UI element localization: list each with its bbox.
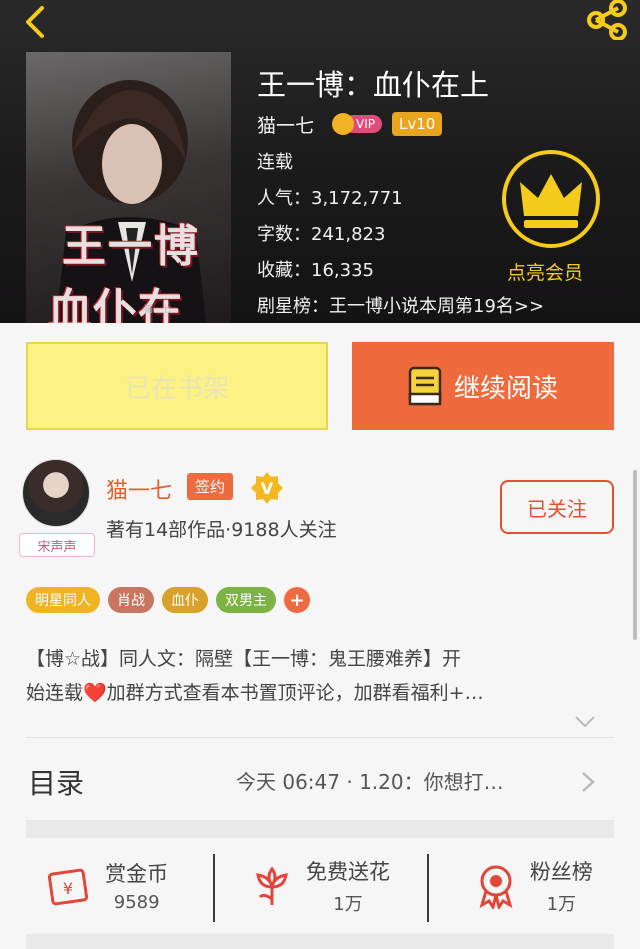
free-flowers-value: 1万	[333, 893, 363, 915]
crown-icon	[520, 174, 582, 228]
reward-coins-value: 9589	[113, 892, 160, 913]
favorites-count: 收藏：16,335	[257, 260, 374, 281]
red-envelope-icon: ¥	[48, 868, 89, 905]
tag-list: 明星同人 肖战 血仆 双男主 +	[26, 587, 310, 613]
divider	[26, 737, 614, 738]
ranking-link[interactable]: 剧星榜：王一博小说本周第19名>>	[257, 292, 544, 318]
book-header: 王一博 血仆在上 猫一七 王一博：血仆在上 猫一七 VIP Lv10 连载 人气…	[0, 0, 640, 323]
member-label[interactable]: 点亮会员	[507, 258, 583, 285]
share-icon	[587, 0, 627, 41]
verified-v-icon: V	[251, 472, 283, 504]
cover-title-art: 王一博 血仆在上	[48, 210, 212, 323]
tag-item[interactable]: 明星同人	[26, 587, 100, 613]
free-flowers-label: 免费送花	[305, 859, 390, 884]
author-name-link[interactable]: 猫一七	[257, 111, 314, 138]
popularity-count: 人气：3,172,771	[257, 188, 403, 209]
book-cover[interactable]: 王一博 血仆在上 猫一七	[26, 52, 231, 323]
svg-text:¥: ¥	[63, 879, 73, 898]
description-line1: 【博☆战】同人文：隔壁【王一博：鬼王腰难养】开	[26, 648, 462, 670]
follow-button[interactable]: 已关注	[500, 480, 614, 534]
tag-item[interactable]: 双男主	[216, 587, 276, 613]
fan-ranking-button[interactable]: 粉丝榜 1万	[426, 838, 640, 933]
chevron-left-icon	[26, 6, 44, 38]
tag-item[interactable]: 血仆	[162, 587, 208, 613]
cover-title-line2: 血仆在上	[48, 285, 183, 323]
toc-title: 目录	[28, 767, 85, 800]
tag-item[interactable]: 肖战	[108, 587, 154, 613]
description-line2: 始连载❤️加群方式查看本书置顶评论，加群看福利+…	[26, 682, 484, 704]
flower-icon	[256, 865, 288, 905]
avatar-tag: 宋声声	[19, 533, 95, 557]
latest-chapter: 今天 06:47 · 1.20：你想打…	[236, 770, 504, 794]
reward-coins-label: 赏金币	[105, 862, 169, 886]
author-card-name[interactable]: 猫一七	[106, 473, 172, 505]
level-badge: Lv10	[392, 112, 443, 136]
table-of-contents-row[interactable]: 目录 今天 06:47 · 1.20：你想打…	[0, 742, 640, 820]
book-description: 【博☆战】同人文：隔壁【王一博：鬼王腰难养】开 始连载❤️加群方式查看本书置顶评…	[26, 642, 614, 710]
author-row: 猫一七 VIP Lv10	[257, 110, 443, 138]
in-bookshelf-button[interactable]: 已在书架	[26, 342, 328, 430]
vip-badge: VIP	[332, 113, 382, 135]
section-spacer	[26, 934, 614, 949]
stats-row: ¥ 赏金币 9589 免费送花 1万 粉丝榜 1万	[0, 838, 640, 933]
verified-letter: V	[261, 479, 274, 498]
member-button[interactable]	[502, 150, 600, 248]
continue-reading-label: 继续阅读	[453, 373, 558, 404]
vip-crown-icon	[332, 113, 355, 135]
fan-ranking-value: 1万	[546, 893, 577, 915]
signed-badge: 签约	[187, 473, 234, 500]
medal-icon	[479, 865, 513, 909]
fan-ranking-label: 粉丝榜	[529, 859, 593, 884]
verified-badge: V	[250, 471, 284, 505]
continue-reading-button[interactable]: 继续阅读	[352, 342, 614, 430]
cover-author-mark: 猫一七	[144, 305, 172, 315]
reward-coins-button[interactable]: ¥ 赏金币 9589	[0, 838, 213, 933]
cover-title-line1: 王一博	[62, 221, 200, 272]
author-stats: 著有14部作品·9188人关注	[106, 519, 337, 541]
scrollbar[interactable]	[633, 470, 637, 640]
section-spacer	[26, 820, 614, 838]
in-bookshelf-label: 已在书架	[124, 373, 229, 404]
chevron-down-icon	[575, 716, 595, 728]
word-count: 字数：241,823	[257, 224, 386, 245]
back-button[interactable]	[18, 2, 58, 42]
chevron-right-icon	[582, 772, 595, 792]
author-avatar[interactable]	[22, 459, 90, 527]
book-title: 王一博：血仆在上	[257, 68, 490, 102]
share-button[interactable]	[582, 0, 632, 41]
add-tag-button[interactable]: +	[284, 587, 310, 613]
free-flowers-button[interactable]: 免费送花 1万	[213, 838, 426, 933]
expand-description-button[interactable]	[574, 714, 596, 728]
book-icon	[408, 366, 442, 406]
serial-status: 连载	[257, 152, 293, 173]
